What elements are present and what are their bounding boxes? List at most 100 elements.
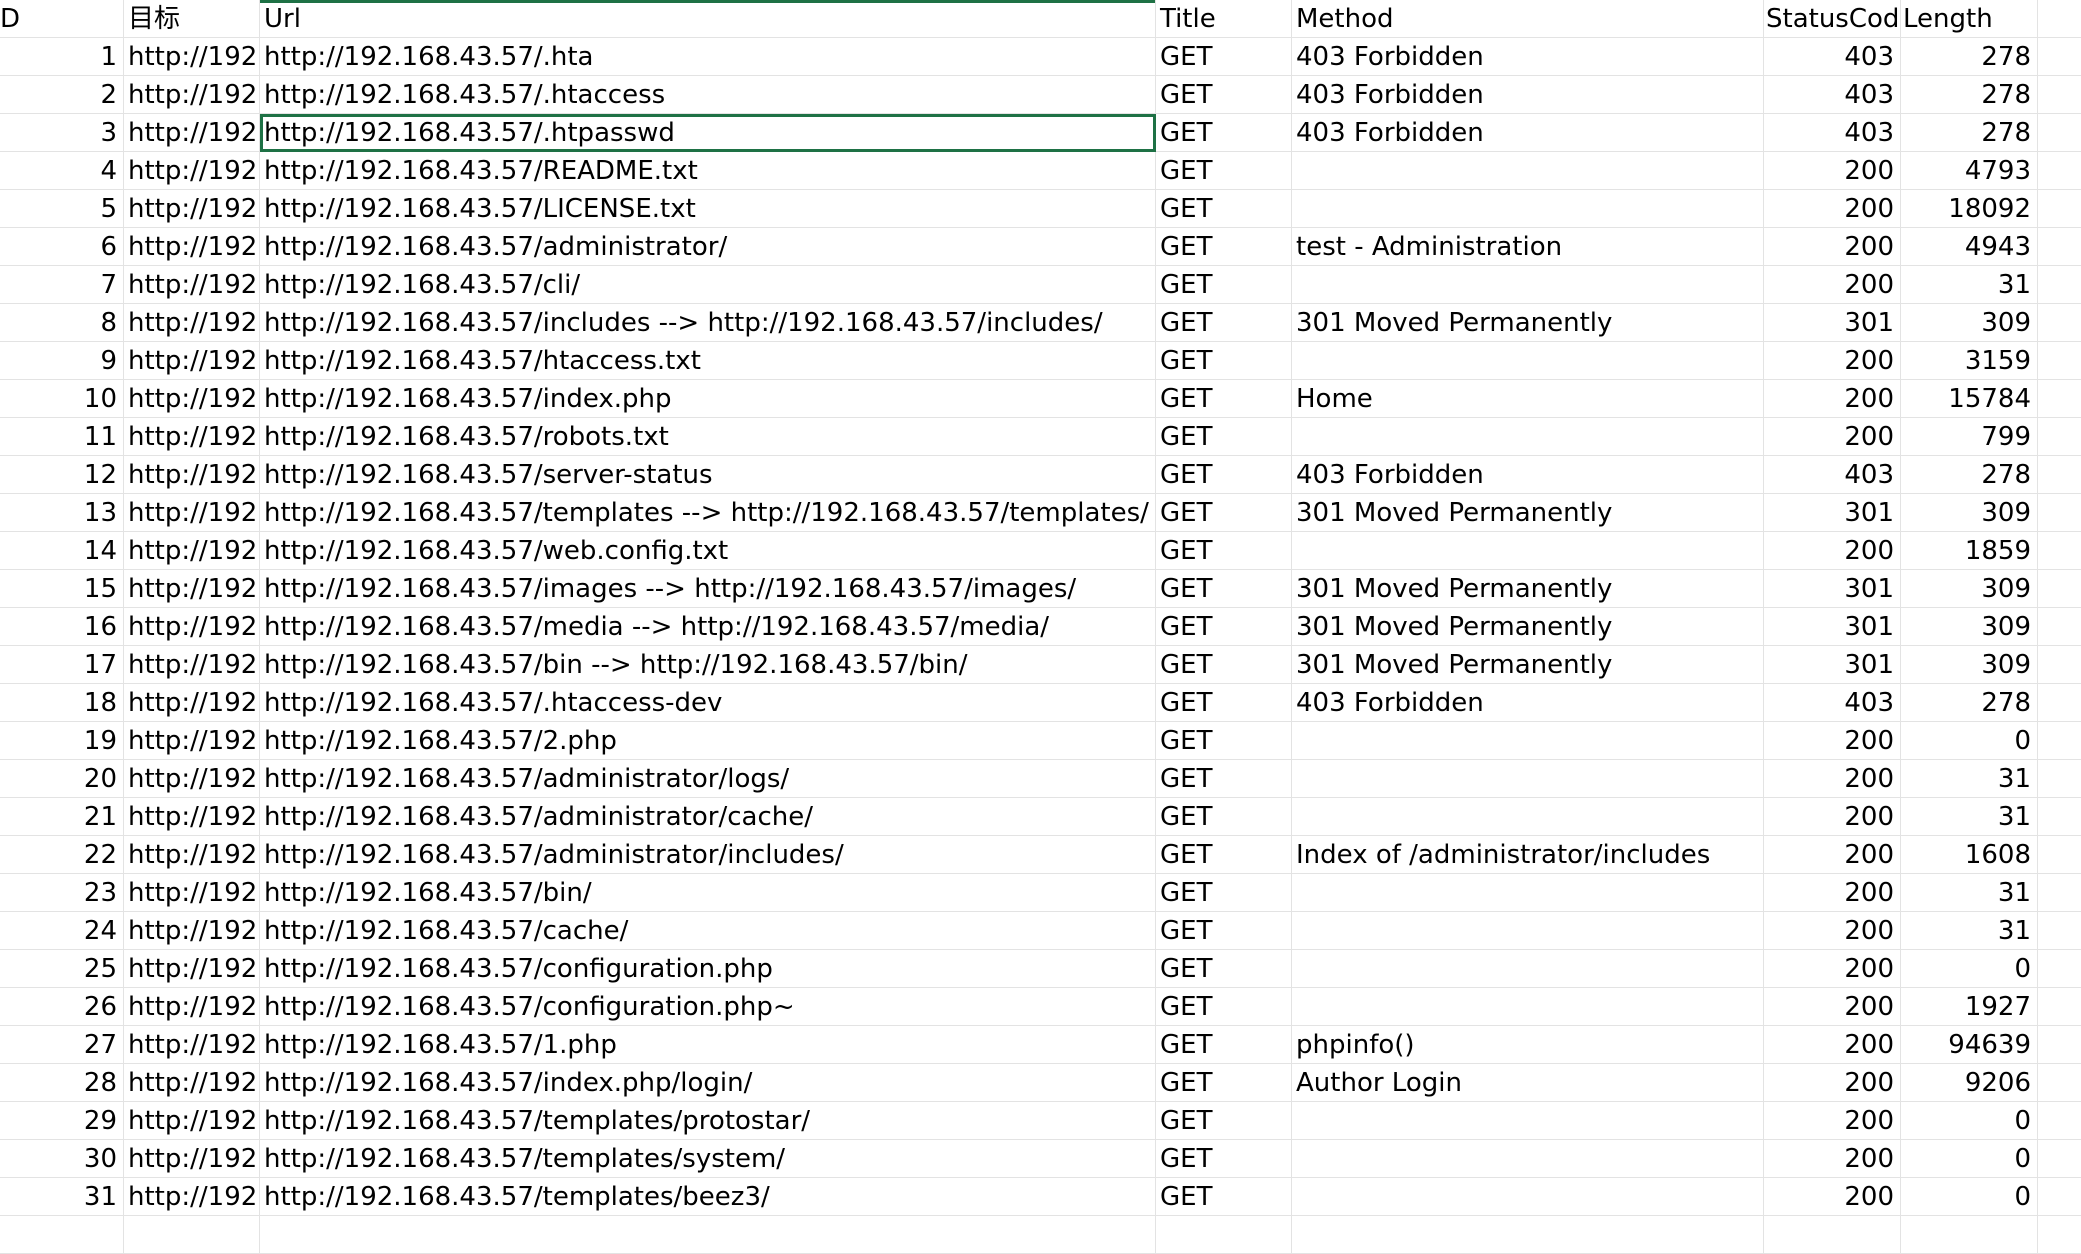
cell-statuscode[interactable]: 200 [1764, 874, 1901, 912]
cell-url[interactable]: http://192.168.43.57/administrator/cache… [260, 798, 1156, 836]
cell-method[interactable]: 403 Forbidden [1292, 76, 1764, 114]
cell-length[interactable]: 278 [1901, 38, 2038, 76]
cell-url[interactable]: http://192.168.43.57/.htaccess [260, 76, 1156, 114]
cell-url[interactable]: http://192.168.43.57/administrator/logs/ [260, 760, 1156, 798]
cell-empty[interactable] [2038, 304, 2081, 342]
cell-statuscode[interactable]: 403 [1764, 114, 1901, 152]
cell-url[interactable]: http://192.168.43.57/templates/system/ [260, 1140, 1156, 1178]
cell-title[interactable]: GET [1156, 228, 1292, 266]
cell-title[interactable]: GET [1156, 342, 1292, 380]
cell-empty[interactable] [2038, 228, 2081, 266]
cell-method[interactable] [1292, 152, 1764, 190]
cell-method[interactable] [1292, 190, 1764, 228]
cell-empty[interactable] [2038, 266, 2081, 304]
header-cell-length[interactable]: Length [1901, 0, 2038, 38]
cell-title[interactable]: GET [1156, 608, 1292, 646]
cell-empty[interactable] [124, 1216, 260, 1254]
cell-statuscode[interactable]: 403 [1764, 456, 1901, 494]
header-cell-d[interactable]: D [0, 0, 124, 38]
cell-length[interactable]: 278 [1901, 76, 2038, 114]
cell-url[interactable]: http://192.168.43.57/bin/ [260, 874, 1156, 912]
cell-target[interactable]: http://192. [124, 494, 260, 532]
cell-title[interactable]: GET [1156, 1102, 1292, 1140]
cell-url[interactable]: http://192.168.43.57/htaccess.txt [260, 342, 1156, 380]
cell-d[interactable]: 24 [0, 912, 124, 950]
cell-empty[interactable] [2038, 684, 2081, 722]
cell-target[interactable]: http://192. [124, 874, 260, 912]
cell-length[interactable]: 309 [1901, 646, 2038, 684]
cell-target[interactable]: http://192. [124, 760, 260, 798]
cell-title[interactable]: GET [1156, 912, 1292, 950]
cell-url[interactable]: http://192.168.43.57/index.php/login/ [260, 1064, 1156, 1102]
cell-d[interactable]: 7 [0, 266, 124, 304]
cell-length[interactable]: 15784 [1901, 380, 2038, 418]
cell-empty[interactable] [2038, 190, 2081, 228]
cell-statuscode[interactable]: 200 [1764, 342, 1901, 380]
cell-statuscode[interactable]: 200 [1764, 1178, 1901, 1216]
cell-url[interactable]: http://192.168.43.57/configuration.php [260, 950, 1156, 988]
cell-d[interactable]: 15 [0, 570, 124, 608]
cell-method[interactable]: 403 Forbidden [1292, 456, 1764, 494]
cell-length[interactable]: 18092 [1901, 190, 2038, 228]
cell-target[interactable]: http://192. [124, 950, 260, 988]
cell-target[interactable]: http://192. [124, 418, 260, 456]
cell-empty[interactable] [1764, 1216, 1901, 1254]
cell-statuscode[interactable]: 403 [1764, 38, 1901, 76]
cell-statuscode[interactable]: 200 [1764, 798, 1901, 836]
cell-target[interactable]: http://192. [124, 608, 260, 646]
cell-empty[interactable] [2038, 988, 2081, 1026]
cell-statuscode[interactable]: 200 [1764, 988, 1901, 1026]
cell-empty[interactable] [2038, 950, 2081, 988]
cell-url[interactable]: http://192.168.43.57/templates/beez3/ [260, 1178, 1156, 1216]
cell-d[interactable]: 5 [0, 190, 124, 228]
cell-statuscode[interactable]: 200 [1764, 1140, 1901, 1178]
cell-length[interactable]: 4793 [1901, 152, 2038, 190]
cell-d[interactable]: 20 [0, 760, 124, 798]
cell-d[interactable]: 31 [0, 1178, 124, 1216]
cell-empty[interactable] [2038, 1064, 2081, 1102]
cell-empty[interactable] [2038, 912, 2081, 950]
cell-title[interactable]: GET [1156, 532, 1292, 570]
cell-empty[interactable] [2038, 646, 2081, 684]
cell-d[interactable]: 13 [0, 494, 124, 532]
cell-length[interactable]: 0 [1901, 722, 2038, 760]
cell-method[interactable]: Index of /administrator/includes [1292, 836, 1764, 874]
cell-empty[interactable] [2038, 608, 2081, 646]
cell-statuscode[interactable]: 200 [1764, 266, 1901, 304]
cell-statuscode[interactable]: 301 [1764, 494, 1901, 532]
cell-target[interactable]: http://192. [124, 152, 260, 190]
cell-length[interactable]: 309 [1901, 570, 2038, 608]
cell-title[interactable]: GET [1156, 760, 1292, 798]
cell-d[interactable]: 4 [0, 152, 124, 190]
cell-statuscode[interactable]: 200 [1764, 532, 1901, 570]
cell-title[interactable]: GET [1156, 988, 1292, 1026]
cell-target[interactable]: http://192. [124, 912, 260, 950]
cell-target[interactable]: http://192. [124, 1102, 260, 1140]
cell-method[interactable] [1292, 760, 1764, 798]
cell-empty[interactable] [2038, 38, 2081, 76]
cell-d[interactable]: 17 [0, 646, 124, 684]
cell-d[interactable]: 2 [0, 76, 124, 114]
cell-d[interactable]: 10 [0, 380, 124, 418]
cell-empty[interactable] [2038, 1026, 2081, 1064]
cell-url[interactable]: http://192.168.43.57/templates --> http:… [260, 494, 1156, 532]
cell-empty[interactable] [2038, 380, 2081, 418]
cell-title[interactable]: GET [1156, 304, 1292, 342]
cell-statuscode[interactable]: 200 [1764, 418, 1901, 456]
cell-method[interactable]: 301 Moved Permanently [1292, 608, 1764, 646]
cell-d[interactable]: 14 [0, 532, 124, 570]
cell-empty[interactable] [2038, 722, 2081, 760]
cell-empty[interactable] [1156, 1216, 1292, 1254]
cell-url[interactable]: http://192.168.43.57/cache/ [260, 912, 1156, 950]
cell-d[interactable]: 11 [0, 418, 124, 456]
cell-url[interactable]: http://192.168.43.57/1.php [260, 1026, 1156, 1064]
cell-title[interactable]: GET [1156, 1140, 1292, 1178]
cell-method[interactable]: 301 Moved Permanently [1292, 304, 1764, 342]
cell-statuscode[interactable]: 200 [1764, 950, 1901, 988]
cell-url[interactable]: http://192.168.43.57/configuration.php~ [260, 988, 1156, 1026]
cell-url[interactable]: http://192.168.43.57/README.txt [260, 152, 1156, 190]
cell-method[interactable] [1292, 532, 1764, 570]
cell-method[interactable] [1292, 912, 1764, 950]
cell-target[interactable]: http://192. [124, 570, 260, 608]
cell-length[interactable]: 31 [1901, 266, 2038, 304]
